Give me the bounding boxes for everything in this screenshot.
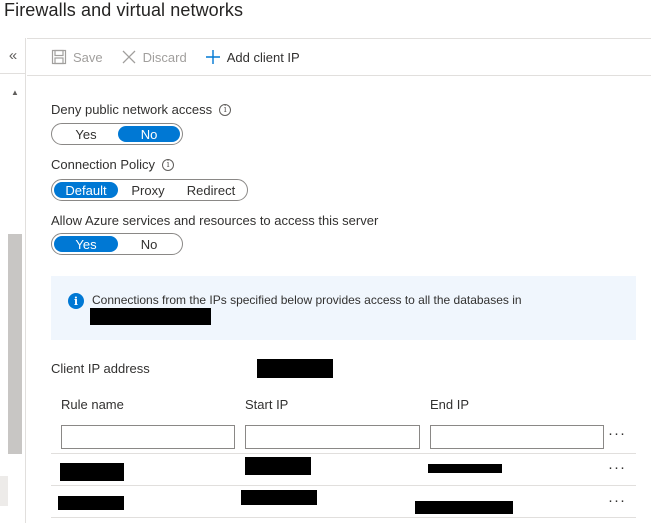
allow-azure-label: Allow Azure services and resources to ac… — [51, 213, 378, 228]
close-icon — [121, 49, 137, 65]
row-divider — [51, 517, 636, 518]
connection-policy-redirect[interactable]: Redirect — [178, 182, 244, 198]
connection-policy-label: Connection Policy i — [51, 157, 175, 172]
column-header-rule-name: Rule name — [61, 397, 124, 412]
new-rule-menu-icon[interactable]: ··· — [608, 425, 626, 442]
connection-policy-text: Connection Policy — [51, 157, 156, 172]
info-icon: i — [68, 293, 84, 309]
save-icon — [51, 49, 67, 65]
redacted-rule-name — [58, 496, 124, 510]
info-banner-text: Connections from the IPs specified below… — [92, 293, 522, 307]
allow-azure-yes[interactable]: Yes — [54, 236, 118, 252]
connection-policy-proxy[interactable]: Proxy — [118, 182, 178, 198]
left-rail: « ▲ — [0, 38, 26, 523]
redacted-client-ip — [257, 359, 333, 378]
client-ip-label: Client IP address — [51, 361, 150, 376]
connection-policy-toggle: Default Proxy Redirect — [51, 179, 248, 201]
start-ip-input[interactable] — [245, 425, 420, 449]
discard-button[interactable]: Discard — [113, 39, 195, 75]
client-ip-text: Client IP address — [51, 361, 150, 376]
redacted-end-ip — [428, 464, 502, 473]
redacted-start-ip — [245, 457, 311, 475]
allow-azure-no[interactable]: No — [118, 236, 180, 252]
info-icon[interactable]: i — [219, 103, 232, 116]
info-banner: i Connections from the IPs specified bel… — [51, 276, 636, 340]
rule-name-input[interactable] — [61, 425, 235, 449]
add-client-ip-label: Add client IP — [226, 49, 300, 65]
redacted-rule-name — [60, 463, 124, 481]
column-header-start-ip: Start IP — [245, 397, 289, 412]
command-bar: Save Discard Add client IP — [27, 38, 651, 76]
row-divider — [51, 453, 636, 454]
connection-policy-default[interactable]: Default — [54, 182, 118, 198]
redacted-server-name — [90, 308, 211, 325]
end-ip-input[interactable] — [430, 425, 604, 449]
add-client-ip-button[interactable]: Add client IP — [197, 39, 308, 75]
save-label: Save — [73, 49, 103, 65]
scrollbar[interactable]: ▲ — [8, 86, 22, 496]
deny-public-access-label: Deny public network access i — [51, 102, 232, 117]
deny-public-access-toggle: Yes No — [51, 123, 183, 145]
row-menu-icon[interactable]: ··· — [608, 492, 626, 509]
collapse-menu-button[interactable]: « — [0, 38, 26, 74]
info-icon[interactable]: i — [162, 158, 175, 171]
column-header-end-ip: End IP — [430, 397, 470, 412]
plus-icon — [205, 49, 221, 65]
scroll-up-arrow-icon[interactable]: ▲ — [8, 86, 22, 98]
deny-public-access-no[interactable]: No — [118, 126, 180, 142]
save-button[interactable]: Save — [43, 39, 111, 75]
page-title: Firewalls and virtual networks — [4, 0, 244, 20]
redacted-start-ip — [241, 490, 317, 505]
discard-label: Discard — [142, 49, 187, 65]
row-menu-icon[interactable]: ··· — [608, 459, 626, 476]
rail-highlight — [0, 476, 8, 506]
scrollbar-thumb[interactable] — [8, 234, 22, 454]
allow-azure-toggle: Yes No — [51, 233, 183, 255]
deny-public-access-text: Deny public network access — [51, 102, 213, 117]
allow-azure-text: Allow Azure services and resources to ac… — [51, 213, 379, 228]
deny-public-access-yes[interactable]: Yes — [54, 126, 118, 142]
redacted-end-ip — [415, 501, 513, 514]
row-divider — [51, 485, 636, 486]
